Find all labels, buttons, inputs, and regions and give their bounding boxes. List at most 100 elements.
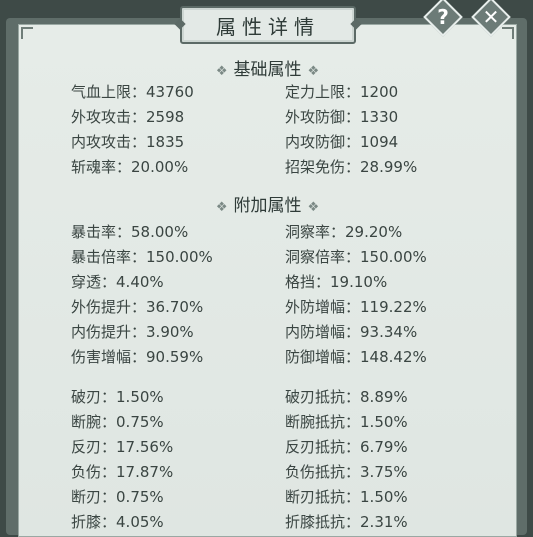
attribute-panel: ❖ 基础属性 ❖ 气血上限：43760 定力上限：1200 外攻攻击：2598 外攻防御：… <box>18 24 517 537</box>
stat-label: 外攻防御： <box>285 108 361 126</box>
stat-value: 28.99% <box>360 158 418 176</box>
section-header-extra: ❖ 附加属性 ❖ <box>19 191 516 216</box>
stat-value: 2.31% <box>360 513 408 531</box>
stat-value: 3.90% <box>146 323 194 341</box>
stat-right: 反刃抵抗：6.79% <box>285 436 408 457</box>
stat-right: 防御增幅：148.42% <box>285 346 427 367</box>
diamond-icon: ❖ <box>307 200 320 215</box>
stat-label: 反刃抵抗： <box>285 438 361 456</box>
stat-label: 内攻防御： <box>285 133 361 151</box>
stat-label: 洞察率： <box>285 223 346 241</box>
stat-left: 折膝：4.05% <box>71 511 164 532</box>
diamond-icon: ❖ <box>307 64 320 79</box>
stat-value: 1200 <box>360 83 399 101</box>
stat-value: 17.87% <box>116 463 174 481</box>
stat-value: 93.34% <box>360 323 418 341</box>
stat-right: 内防增幅：93.34% <box>285 321 417 342</box>
stat-label: 暴击率： <box>71 223 132 241</box>
stat-left: 气血上限：43760 <box>71 81 194 102</box>
stat-value: 58.00% <box>131 223 189 241</box>
stat-label: 断腕： <box>71 413 117 431</box>
stat-value: 3.75% <box>360 463 408 481</box>
stat-left: 反刃：17.56% <box>71 436 173 457</box>
close-icon: ✕ <box>482 5 500 29</box>
stat-label: 断腕抵抗： <box>285 413 361 431</box>
stat-value: 1.50% <box>360 413 408 431</box>
stat-value: 148.42% <box>360 348 427 366</box>
question-icon: ? <box>437 5 449 29</box>
stat-label: 负伤： <box>71 463 117 481</box>
stat-value: 150.00% <box>360 248 427 266</box>
stat-label: 反刃： <box>71 438 117 456</box>
stat-value: 150.00% <box>146 248 213 266</box>
stat-label: 防御增幅： <box>285 348 361 366</box>
stat-left: 外攻攻击：2598 <box>71 106 184 127</box>
stat-value: 1330 <box>360 108 399 126</box>
stat-value: 90.59% <box>146 348 204 366</box>
stat-label: 内伤提升： <box>71 323 147 341</box>
stat-label: 折膝抵抗： <box>285 513 361 531</box>
stat-label: 穿透： <box>71 273 117 291</box>
stat-label: 负伤抵抗： <box>285 463 361 481</box>
stat-value: 43760 <box>146 83 194 101</box>
stat-left: 断刃：0.75% <box>71 486 164 507</box>
section-title-extra: 附加属性 <box>233 196 302 216</box>
stat-right: 定力上限：1200 <box>285 81 398 102</box>
stat-label: 内防增幅： <box>285 323 361 341</box>
stat-label: 气血上限： <box>71 83 147 101</box>
stat-label: 破刃抵抗： <box>285 388 361 406</box>
stat-value: 1.50% <box>360 488 408 506</box>
help-button[interactable]: ? <box>423 0 463 37</box>
stat-left: 穿透：4.40% <box>71 271 164 292</box>
stat-label: 外伤提升： <box>71 298 147 316</box>
stat-left: 负伤：17.87% <box>71 461 173 482</box>
stat-value: 119.22% <box>360 298 427 316</box>
stat-left: 内伤提升：3.90% <box>71 321 194 342</box>
stat-value: 4.40% <box>116 273 164 291</box>
stat-label: 断刃抵抗： <box>285 488 361 506</box>
section-header-base: ❖ 基础属性 ❖ <box>19 55 516 80</box>
diamond-icon: ❖ <box>215 64 228 79</box>
stat-label: 定力上限： <box>285 83 361 101</box>
stat-label: 暴击倍率： <box>71 248 147 266</box>
stat-left: 断腕：0.75% <box>71 411 164 432</box>
stat-value: 1835 <box>146 133 185 151</box>
stat-label: 折膝： <box>71 513 117 531</box>
stat-left: 外伤提升：36.70% <box>71 296 203 317</box>
stat-label: 招架免伤： <box>285 158 361 176</box>
stat-right: 断刃抵抗：1.50% <box>285 486 408 507</box>
close-button[interactable]: ✕ <box>471 0 511 37</box>
window-title: 属性详情 <box>216 14 320 39</box>
stat-label: 伤害增幅： <box>71 348 147 366</box>
section-title-base: 基础属性 <box>233 60 302 80</box>
stat-value: 19.10% <box>330 273 388 291</box>
stat-label: 格挡： <box>285 273 331 291</box>
stat-left: 暴击倍率：150.00% <box>71 246 213 267</box>
stat-left: 斩魂率：20.00% <box>71 156 188 177</box>
stat-right: 招架免伤：28.99% <box>285 156 417 177</box>
stat-label: 内攻攻击： <box>71 133 147 151</box>
stat-right: 负伤抵抗：3.75% <box>285 461 408 482</box>
stat-value: 36.70% <box>146 298 204 316</box>
stat-right: 外防增幅：119.22% <box>285 296 427 317</box>
stat-right: 洞察率：29.20% <box>285 221 402 242</box>
stat-value: 2598 <box>146 108 185 126</box>
stat-left: 破刃：1.50% <box>71 386 164 407</box>
stat-label: 破刃： <box>71 388 117 406</box>
stat-label: 斩魂率： <box>71 158 132 176</box>
stat-label: 洞察倍率： <box>285 248 361 266</box>
stat-right: 折膝抵抗：2.31% <box>285 511 408 532</box>
stat-right: 内攻防御：1094 <box>285 131 398 152</box>
stat-value: 20.00% <box>131 158 189 176</box>
corner-ornament <box>21 27 33 39</box>
title-plate: 属性详情 <box>180 6 356 44</box>
stat-value: 6.79% <box>360 438 408 456</box>
stat-label: 外防增幅： <box>285 298 361 316</box>
stat-right: 外攻防御：1330 <box>285 106 398 127</box>
stat-value: 4.05% <box>116 513 164 531</box>
stat-right: 格挡：19.10% <box>285 271 387 292</box>
stat-right: 洞察倍率：150.00% <box>285 246 427 267</box>
stat-right: 破刃抵抗：8.89% <box>285 386 408 407</box>
stat-label: 断刃： <box>71 488 117 506</box>
stat-value: 1094 <box>360 133 399 151</box>
